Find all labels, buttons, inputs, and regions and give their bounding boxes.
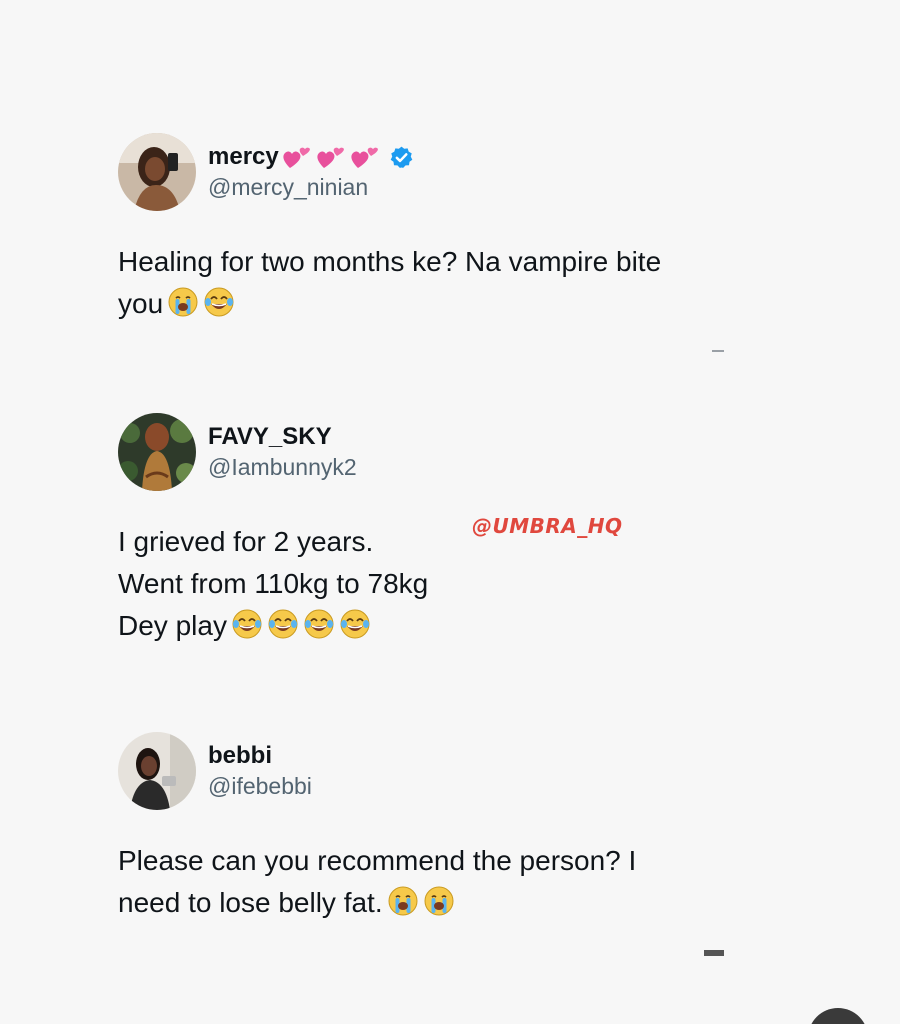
tweet-text: Please can you recommend the person? I n…	[118, 845, 637, 918]
tears-of-joy-face-icon	[204, 287, 234, 317]
two-hearts-icon	[317, 147, 344, 168]
emoji-group	[167, 286, 239, 318]
tears-of-joy-face-icon	[340, 609, 370, 639]
divider-mark	[712, 350, 724, 352]
display-name[interactable]: bebbi	[208, 741, 312, 771]
watermark: @UMBRA_HQ	[472, 514, 623, 538]
user-handle[interactable]: @mercy_ninian	[208, 172, 414, 202]
verified-badge-icon	[390, 146, 413, 168]
user-handle[interactable]: @ifebebbi	[208, 771, 312, 801]
avatar[interactable]	[118, 133, 196, 211]
avatar[interactable]	[118, 732, 196, 810]
screenshot-canvas: mercy @mercy_ninian Healing for two mont…	[0, 0, 900, 1024]
loudly-crying-face-icon	[388, 886, 418, 916]
two-hearts-icon	[351, 147, 378, 168]
heart-emoji-group	[281, 144, 383, 170]
avatar[interactable]	[118, 413, 196, 491]
user-info: bebbi @ifebebbi	[208, 741, 312, 801]
tears-of-joy-face-icon	[268, 609, 298, 639]
tweet-body: Healing for two months ke? Na vampire bi…	[118, 241, 758, 325]
loudly-crying-face-icon	[424, 886, 454, 916]
display-name[interactable]: mercy	[208, 142, 414, 172]
user-info: mercy @mercy_ninian	[208, 142, 414, 202]
emoji-group	[387, 885, 459, 917]
user-handle[interactable]: @Iambunnyk2	[208, 452, 357, 482]
tweet-header: bebbi @ifebebbi	[118, 732, 758, 810]
user-info: FAVY_SKY @Iambunnyk2	[208, 422, 357, 482]
two-hearts-icon	[283, 147, 310, 168]
loudly-crying-face-icon	[168, 287, 198, 317]
tears-of-joy-face-icon	[304, 609, 334, 639]
tweet-body: I grieved for 2 years. Went from 110kg t…	[118, 521, 758, 647]
tweet-card[interactable]: mercy @mercy_ninian Healing for two mont…	[118, 133, 758, 325]
tweet-card[interactable]: FAVY_SKY @Iambunnyk2 I grieved for 2 yea…	[118, 413, 758, 647]
display-name[interactable]: FAVY_SKY	[208, 422, 357, 452]
emoji-group	[231, 608, 375, 640]
tweet-header: mercy @mercy_ninian	[118, 133, 758, 211]
tears-of-joy-face-icon	[232, 609, 262, 639]
tweet-header: FAVY_SKY @Iambunnyk2	[118, 413, 758, 491]
divider-mark	[704, 950, 724, 956]
tweet-body: Please can you recommend the person? I n…	[118, 840, 758, 924]
tweet-card[interactable]: bebbi @ifebebbi Please can you recommend…	[118, 732, 758, 924]
floating-action-button[interactable]	[808, 1008, 868, 1024]
